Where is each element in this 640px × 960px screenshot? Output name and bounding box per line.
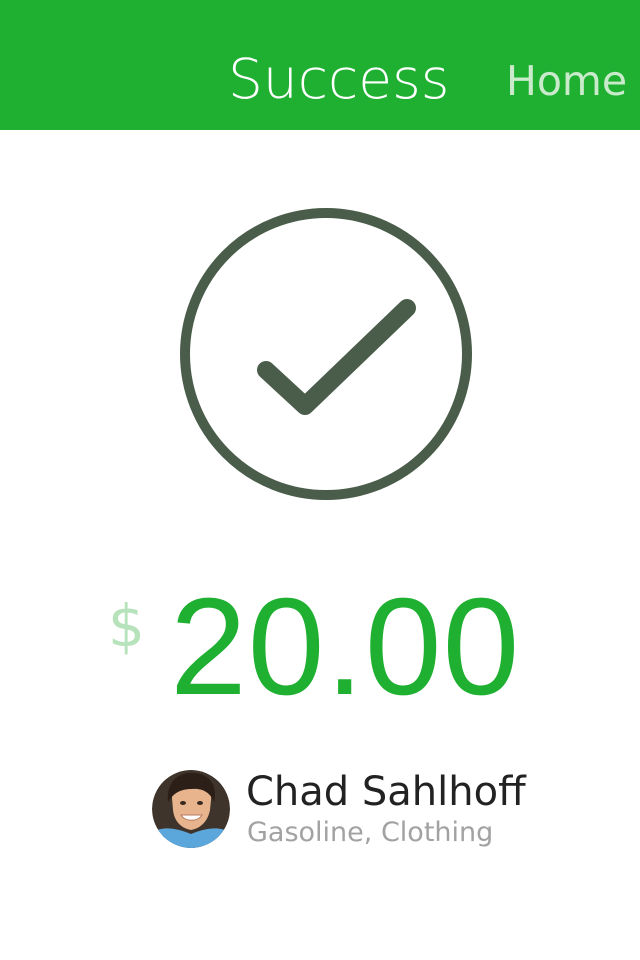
recipient-categories: Gasoline, Clothing	[247, 817, 494, 848]
header-bar: Success Home	[0, 0, 640, 130]
home-button[interactable]: Home	[506, 56, 627, 106]
success-checkmark-icon	[180, 208, 474, 502]
page-title: Success	[228, 47, 450, 111]
payment-amount: $ 20.00	[108, 575, 558, 720]
checkmark-circle-outline	[180, 208, 472, 500]
avatar	[152, 770, 230, 848]
recipient-card: Chad Sahlhoff Gasoline, Clothing	[152, 770, 552, 850]
recipient-name: Chad Sahlhoff	[246, 769, 526, 815]
checkmark-stroke	[257, 299, 416, 415]
amount-value: 20.00	[170, 570, 521, 724]
currency-symbol: $	[108, 592, 145, 660]
